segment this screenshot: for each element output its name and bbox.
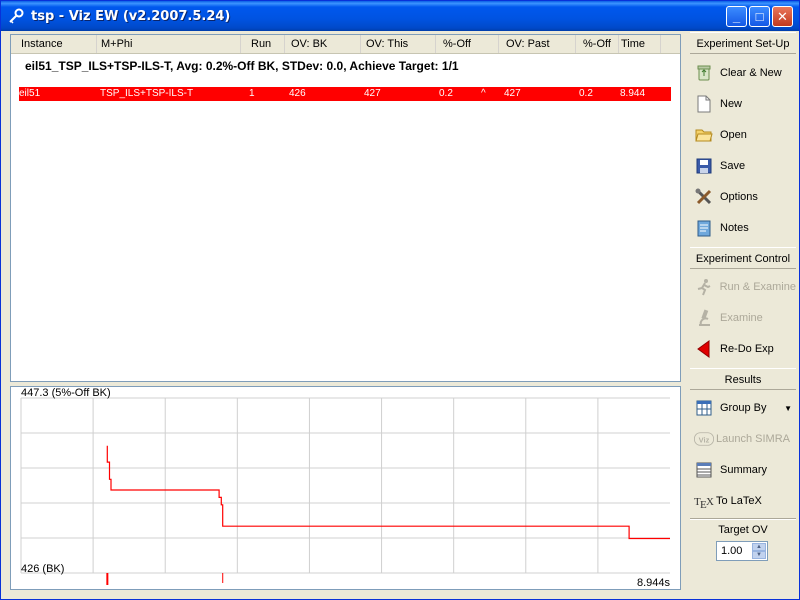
summary-table-icon (694, 460, 714, 480)
run-examine-button[interactable]: Run & Examine (690, 273, 796, 301)
launch-simra-button[interactable]: Viz Launch SIMRA (690, 425, 796, 453)
clear-new-button[interactable]: Clear & New (690, 59, 796, 87)
col-time[interactable]: Time (617, 35, 661, 53)
to-latex-label: To LaTeX (716, 495, 762, 507)
convergence-chart[interactable]: 447.3 (5%-Off BK) 426 (BK) 8.944s (10, 386, 681, 590)
notes-button[interactable]: Notes (690, 214, 796, 242)
floppy-disk-icon (694, 156, 714, 176)
folder-open-icon (694, 125, 714, 145)
chart-top-label: 447.3 (5%-Off BK) (21, 387, 111, 399)
window-title: tsp - Viz EW (v2.2007.5.24) (31, 8, 231, 24)
microscope-icon (694, 308, 714, 328)
group-by-button[interactable]: Group By ▼ (690, 394, 796, 422)
summary-label: Summary (720, 464, 768, 476)
notes-icon (694, 218, 714, 238)
viz-logo-icon: Viz (694, 429, 714, 449)
section-experiment-control: Experiment Control (690, 247, 796, 269)
cell-run: 1 (249, 88, 255, 99)
chart-plot (20, 397, 670, 585)
col-ov-this[interactable]: OV: This (362, 35, 436, 53)
tex-icon: TEX (694, 491, 714, 511)
close-icon: ✕ (777, 8, 788, 24)
run-examine-label: Run & Examine (719, 281, 796, 293)
col-pct-off[interactable]: %-Off (439, 35, 499, 53)
col-run[interactable]: Run (247, 35, 285, 53)
cell-ov-bk: 426 (289, 88, 306, 99)
minimize-icon: _ (732, 9, 741, 24)
spin-down-icon: ▼ (756, 552, 762, 558)
col-pct-off-past[interactable]: %-Off (579, 35, 619, 53)
new-label: New (720, 98, 743, 110)
results-list[interactable]: Instance M+Phi Run OV: BK OV: This %-Off… (10, 34, 681, 382)
open-label: Open (720, 129, 747, 141)
col-ov-past[interactable]: OV: Past (502, 35, 576, 53)
spin-down-button[interactable]: ▼ (752, 551, 766, 559)
col-instance[interactable]: Instance (17, 35, 97, 53)
summary-button[interactable]: Summary (690, 456, 796, 484)
save-button[interactable]: Save (690, 152, 796, 180)
examine-button[interactable]: Examine (690, 304, 796, 332)
series-line (106, 445, 670, 540)
spin-up-button[interactable]: ▲ (752, 543, 766, 551)
redo-exp-button[interactable]: Re-Do Exp (690, 335, 796, 363)
spin-up-icon: ▲ (756, 544, 762, 550)
tools-icon (694, 187, 714, 207)
launch-simra-label: Launch SIMRA (716, 433, 790, 445)
open-button[interactable]: Open (690, 121, 796, 149)
chart-bottom-label: 426 (BK) (21, 563, 65, 575)
separator (690, 518, 796, 520)
main-window: tsp - Viz EW (v2.2007.5.24) _ □ ✕ Instan… (0, 0, 800, 600)
maximize-icon: □ (755, 9, 764, 24)
list-header: Instance M+Phi Run OV: BK OV: This %-Off… (11, 35, 680, 54)
group-summary[interactable]: eil51_TSP_ILS+TSP-ILS-T, Avg: 0.2%-Off B… (25, 59, 459, 73)
chart-time-label: 8.944s (636, 577, 670, 589)
key-icon (7, 7, 25, 25)
save-label: Save (720, 160, 746, 172)
grid-table-icon (694, 398, 714, 418)
cell-ov-past: 427 (504, 88, 521, 99)
section-experiment-setup: Experiment Set-Up (690, 32, 796, 54)
cell-marker: ^ (481, 88, 486, 99)
new-button[interactable]: New (690, 90, 796, 118)
group-by-label: Group By (720, 402, 767, 414)
minimize-button[interactable]: _ (726, 6, 747, 27)
dropdown-arrow-icon: ▼ (784, 403, 792, 413)
notes-label: Notes (720, 222, 749, 234)
runner-icon (694, 277, 714, 297)
table-row[interactable]: eil51 TSP_ILS+TSP-ILS-T 1 426 427 0.2 ^ … (19, 87, 671, 101)
options-button[interactable]: Options (690, 183, 796, 211)
target-ov-value[interactable]: 1.00 (721, 545, 742, 557)
title-bar[interactable]: tsp - Viz EW (v2.2007.5.24) _ □ ✕ (1, 1, 799, 31)
svg-text:Viz: Viz (699, 435, 710, 444)
cell-time: 8.944 (620, 88, 646, 99)
cell-mphi: TSP_ILS+TSP-ILS-T (100, 88, 194, 99)
new-document-icon (694, 94, 714, 114)
to-latex-button[interactable]: TEX To LaTeX (690, 487, 796, 515)
col-mphi[interactable]: M+Phi (97, 35, 241, 53)
redo-exp-label: Re-Do Exp (720, 343, 774, 355)
col-ov-bk[interactable]: OV: BK (287, 35, 361, 53)
section-results: Results (690, 368, 796, 390)
svg-text:X: X (706, 496, 714, 508)
target-ov-spinner[interactable]: 1.00 ▲ ▼ (716, 541, 768, 561)
examine-label: Examine (720, 312, 763, 324)
close-button[interactable]: ✕ (772, 6, 793, 27)
maximize-button[interactable]: □ (749, 6, 770, 27)
red-arrow-left-icon (694, 339, 714, 359)
clear-new-label: Clear & New (720, 67, 782, 79)
recycle-bin-icon (694, 63, 714, 83)
target-ov-label: Target OV (718, 524, 768, 536)
cell-instance: eil51 (19, 88, 41, 99)
cell-ov-this: 427 (364, 88, 381, 99)
cell-pct-off-past: 0.2 (579, 88, 593, 99)
cell-pct-off: 0.2 (439, 88, 453, 99)
side-panel: Experiment Set-Up Clear & New New Open S… (688, 32, 798, 599)
options-label: Options (720, 191, 758, 203)
